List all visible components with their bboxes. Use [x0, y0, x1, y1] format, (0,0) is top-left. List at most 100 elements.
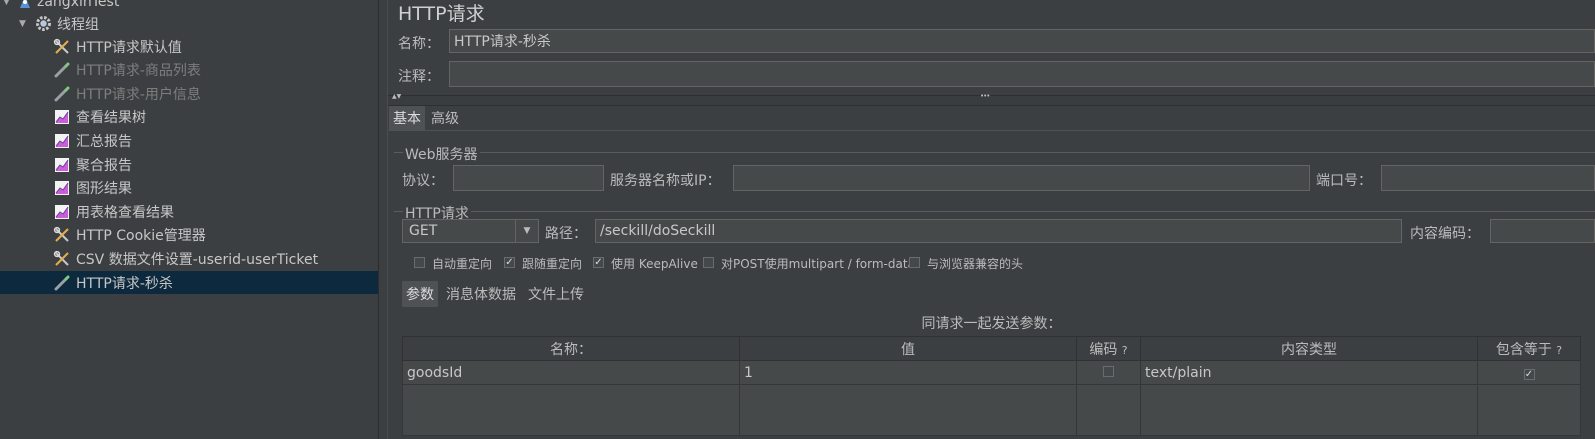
empty-cell	[1140, 384, 1478, 436]
tree-node[interactable]: 用表格查看结果	[0, 200, 378, 223]
tab-file-upload[interactable]: 文件上传	[524, 281, 588, 307]
server-label: 服务器名称或IP：	[610, 173, 721, 189]
option-checkbox[interactable]	[909, 257, 920, 268]
table-checkbox[interactable]	[1103, 365, 1114, 377]
method-select[interactable]: GET ▼	[402, 219, 539, 243]
empty-cell	[739, 384, 1077, 436]
tree-node[interactable]: HTTP请求-商品列表	[0, 59, 378, 82]
tree-label: 聚合报告	[76, 157, 132, 174]
param-encode-cell[interactable]	[1076, 360, 1141, 385]
content-encoding-label: 内容编码：	[1410, 226, 1480, 242]
http-request-panel: HTTP请求 名称： HTTP请求-秒杀 注释： ▲▼ ••• 基本 高级 We…	[388, 0, 1595, 439]
pipette-icon	[53, 274, 71, 292]
name-field[interactable]: HTTP请求-秒杀	[449, 29, 1595, 53]
column-header-name[interactable]: 名称：	[402, 336, 740, 361]
tree-node[interactable]: CSV 数据文件设置-userid-userTicket	[0, 247, 378, 270]
column-header-encode-text: 编码	[1089, 341, 1118, 358]
http-request-group-border	[394, 211, 1595, 212]
tree-node[interactable]: 查看结果树	[0, 106, 378, 129]
splitter-grip-icon[interactable]: •••	[980, 92, 990, 100]
chevron-down-icon[interactable]: ▼	[515, 220, 538, 242]
panel-title: HTTP请求	[398, 3, 485, 25]
content-encoding-field[interactable]	[1490, 219, 1595, 243]
tree-label: 查看结果树	[76, 110, 146, 127]
empty-cell	[1076, 384, 1141, 436]
help-icon: ?	[1121, 343, 1128, 357]
option-label: 跟随重定向	[522, 257, 583, 271]
tree-node[interactable]: 图形结果	[0, 177, 378, 200]
web-server-group-border	[394, 152, 1595, 153]
tree-label: 线程组	[57, 16, 99, 33]
tree-node[interactable]: HTTP Cookie管理器	[0, 224, 378, 247]
option-checkbox[interactable]: ✓	[504, 257, 515, 268]
wrench-screwdriver-icon	[53, 38, 71, 56]
splitter-arrows-icon[interactable]: ▲▼	[392, 93, 401, 100]
graph-icon	[53, 132, 71, 150]
collapse-arrow-icon[interactable]: ▼	[19, 19, 26, 29]
tree-label: 用表格查看结果	[76, 204, 174, 221]
method-value: GET	[409, 223, 438, 239]
tree-label: HTTP Cookie管理器	[76, 228, 206, 245]
params-table-container: 名称： 值 编码 ? 内容类型 包含等于 ? goodsId 1 text/plai…	[402, 336, 1595, 436]
server-field[interactable]	[733, 165, 1310, 191]
graph-icon	[53, 108, 71, 126]
web-server-group-title: Web服务器	[403, 144, 480, 164]
gear-icon	[34, 15, 52, 33]
option-label: 对POST使用multipart / form-data	[721, 257, 915, 271]
tree-node[interactable]: HTTP请求-用户信息	[0, 82, 378, 105]
table-header-row: 名称： 值 编码 ? 内容类型 包含等于 ?	[402, 336, 1581, 361]
param-include-equals-cell[interactable]: ✓	[1477, 360, 1581, 385]
tree-label: 图形结果	[76, 181, 132, 198]
comment-label: 注释：	[398, 69, 440, 85]
column-header-value[interactable]: 值	[739, 336, 1077, 361]
tab-parameters[interactable]: 参数	[402, 281, 438, 307]
table-empty-row	[402, 384, 1581, 436]
option-checkbox[interactable]	[703, 257, 714, 268]
option-checkbox[interactable]: ✓	[593, 257, 604, 268]
tab-advanced[interactable]: 高级	[427, 106, 463, 130]
graph-icon	[53, 203, 71, 221]
tab-body-data[interactable]: 消息体数据	[442, 281, 520, 307]
test-plan-tree: ▼ zangxinTest ▼ 线程组 HTTP请求默认值 HTTP请求-商品列表…	[0, 0, 378, 439]
help-icon: ?	[1556, 343, 1563, 357]
params-caption: 同请求一起发送参数：	[921, 316, 1062, 332]
tree-node[interactable]: 汇总报告	[0, 129, 378, 152]
port-label: 端口号：	[1316, 173, 1372, 189]
column-header-include-equals[interactable]: 包含等于 ?	[1477, 336, 1581, 361]
tree-label: zangxinTest	[37, 0, 120, 10]
protocol-field[interactable]	[453, 165, 604, 191]
option-label: 与浏览器兼容的头	[927, 257, 1024, 271]
pipette-icon	[53, 85, 71, 103]
tree-label: CSV 数据文件设置-userid-userTicket	[76, 251, 319, 268]
tree-label: HTTP请求-商品列表	[76, 63, 201, 80]
tree-node[interactable]: HTTP请求-秒杀	[0, 271, 378, 294]
param-value-cell[interactable]: 1	[739, 360, 1077, 385]
params-table: 名称： 值 编码 ? 内容类型 包含等于 ? goodsId 1 text/plai…	[402, 336, 1581, 436]
param-content-type-cell[interactable]: text/plain	[1140, 360, 1478, 385]
tab-basic[interactable]: 基本	[389, 106, 425, 130]
option-label: 使用 KeepAlive	[611, 257, 698, 271]
table-checkbox[interactable]: ✓	[1523, 368, 1535, 380]
pipette-icon	[53, 61, 71, 79]
vertical-splitter[interactable]	[378, 0, 388, 439]
name-label: 名称：	[398, 36, 440, 52]
path-field[interactable]: /seckill/doSeckill	[595, 219, 1402, 243]
port-field[interactable]	[1381, 165, 1595, 191]
tree-node[interactable]: 聚合报告	[0, 153, 378, 176]
comment-field[interactable]	[449, 61, 1595, 87]
tree-label: 汇总报告	[76, 133, 132, 150]
tree-label: HTTP请求-用户信息	[76, 86, 201, 103]
wrench-screwdriver-icon	[53, 250, 71, 268]
protocol-label: 协议：	[402, 173, 444, 189]
tab-divider	[388, 130, 1595, 131]
column-header-content-type[interactable]: 内容类型	[1140, 336, 1478, 361]
tree-node[interactable]: HTTP请求默认值	[0, 35, 378, 58]
table-row[interactable]: goodsId 1 text/plain ✓	[402, 360, 1581, 385]
tree-node-thread-group[interactable]: ▼ 线程组	[0, 12, 378, 35]
horizontal-splitter[interactable]: ▲▼ •••	[388, 92, 1595, 106]
column-header-encode[interactable]: 编码 ?	[1076, 336, 1141, 361]
param-name-cell[interactable]: goodsId	[402, 360, 740, 385]
empty-cell	[402, 384, 740, 436]
collapse-arrow-icon[interactable]: ▼	[3, 0, 10, 7]
option-checkbox[interactable]	[414, 257, 425, 268]
